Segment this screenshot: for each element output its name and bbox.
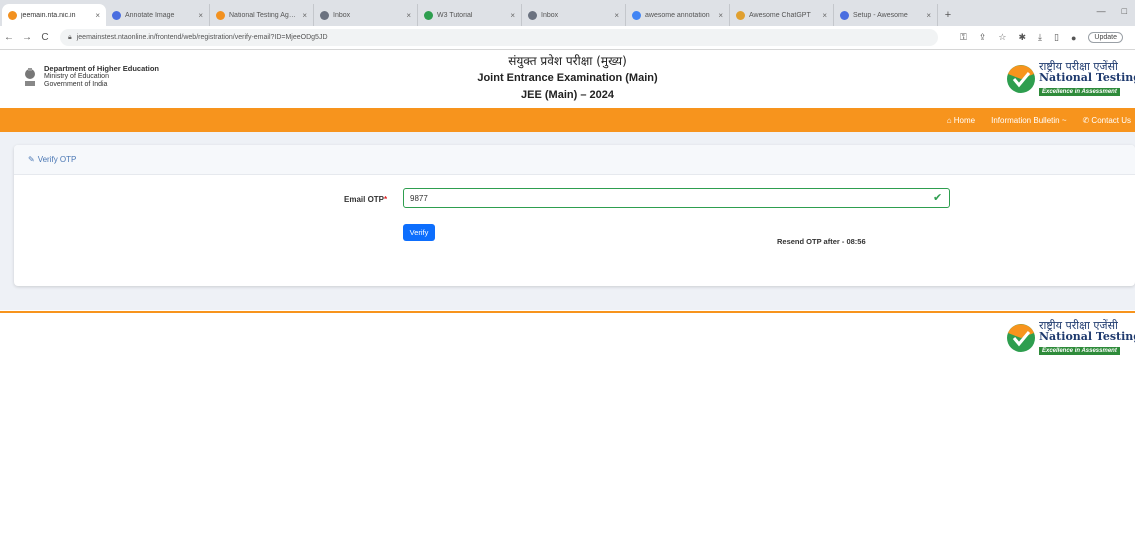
tab-close-icon[interactable]: ×: [822, 11, 827, 20]
tab-close-icon[interactable]: ×: [614, 11, 619, 20]
tab-title: Awesome ChatGPT: [749, 11, 811, 19]
footer-nta-tagline: Excellence in Assessment: [1039, 347, 1120, 355]
tab-favicon-icon: [216, 10, 225, 20]
browser-tab[interactable]: awesome annotation ×: [626, 4, 730, 26]
tab-close-icon[interactable]: ×: [510, 11, 515, 20]
tab-favicon-icon: [8, 10, 17, 20]
home-icon: ⌂: [946, 115, 952, 125]
valid-check-icon: ✔: [933, 192, 943, 204]
forward-icon[interactable]: →: [18, 32, 36, 43]
required-mark: *: [384, 195, 388, 204]
tab-title: National Testing Agency: [229, 11, 300, 19]
star-icon[interactable]: ☆: [998, 32, 1006, 43]
new-tab-button[interactable]: +: [938, 4, 958, 26]
edit-icon: ✎: [28, 155, 35, 164]
url-text: jeemainstest.ntaonline.in/frontend/web/r…: [76, 34, 328, 41]
tab-title: jeemain.nta.nic.in: [21, 11, 76, 19]
browser-tab[interactable]: jeemain.nta.nic.in ×: [2, 4, 106, 26]
footer-nta-name-english: National Testing Agency: [1039, 330, 1135, 343]
tab-close-icon[interactable]: ×: [926, 11, 931, 20]
toolbar-icons: ⚿ ⇪ ☆ ✱ ⤓ ▯ ● Update: [960, 32, 1123, 43]
browser-tab[interactable]: Inbox ×: [522, 4, 626, 26]
site-header: Department of Higher Education Ministry o…: [0, 51, 1135, 108]
tab-title: W3 Tutorial: [437, 11, 473, 19]
browser-tab[interactable]: Annotate Image ×: [106, 4, 210, 26]
tab-title: Annotate Image: [125, 11, 175, 19]
share-icon[interactable]: ⇪: [979, 32, 987, 43]
tab-favicon-icon: [112, 10, 121, 20]
card-header: ✎ Verify OTP: [14, 145, 1135, 175]
minimize-icon[interactable]: —: [1097, 6, 1106, 16]
verify-button[interactable]: Verify: [403, 224, 435, 241]
tab-close-icon[interactable]: ×: [198, 11, 203, 20]
tab-title: awesome annotation: [645, 11, 710, 19]
address-bar[interactable]: 🔒︎ jeemainstest.ntaonline.in/frontend/we…: [60, 29, 938, 46]
tab-favicon-icon: [424, 10, 433, 20]
tab-favicon-icon: [632, 10, 641, 20]
main-nav: ⌂ Home Information Bulletin ~ ✆ Contact …: [0, 108, 1135, 132]
phone-icon: ✆: [1082, 115, 1090, 125]
nta-logo: राष्ट्रीय परीक्षा एजेंसी National Testin…: [1006, 61, 1135, 96]
key-icon[interactable]: ⚿: [960, 32, 967, 43]
maximize-icon[interactable]: □: [1122, 6, 1127, 16]
sidepanel-icon[interactable]: ▯: [1054, 32, 1059, 43]
tab-title: Setup - Awesome: [853, 11, 908, 19]
tab-favicon-icon: [840, 10, 849, 20]
exam-title-english: Joint Entrance Examination (Main): [477, 72, 658, 84]
tab-close-icon[interactable]: ×: [302, 11, 307, 20]
browser-toolbar: ← → C 🔒︎ jeemainstest.ntaonline.in/front…: [0, 26, 1135, 50]
email-otp-input[interactable]: [403, 188, 950, 208]
resend-otp-timer: Resend OTP after - 08:56: [777, 237, 866, 246]
nav-information-bulletin[interactable]: Information Bulletin ~: [991, 116, 1066, 125]
footer-divider: [0, 311, 1135, 313]
footer-nta-check-icon: [1007, 323, 1035, 352]
back-icon[interactable]: ←: [0, 32, 18, 43]
nav-home[interactable]: ⌂ Home: [947, 116, 975, 125]
tab-favicon-icon: [528, 10, 537, 20]
tab-title: Inbox: [541, 11, 559, 19]
exam-title: संयुक्त प्रवेश परीक्षा (मुख्य) Joint Ent…: [0, 53, 1135, 104]
nav-contact-label: Contact Us: [1091, 115, 1131, 125]
browser-tab[interactable]: National Testing Agency ×: [210, 4, 314, 26]
nav-contact[interactable]: ✆ Contact Us: [1082, 116, 1131, 125]
reload-icon[interactable]: C: [36, 32, 54, 43]
verify-otp-card: ✎ Verify OTP Email OTP* ✔ Verify Resend …: [14, 145, 1135, 286]
nta-name-english: National Testing Agency: [1039, 71, 1135, 84]
download-icon[interactable]: ⤓: [1038, 32, 1042, 43]
tab-favicon-icon: [320, 10, 329, 20]
tab-close-icon[interactable]: ×: [95, 11, 100, 20]
browser-tab[interactable]: Awesome ChatGPT ×: [730, 4, 834, 26]
footer-nta-logo: राष्ट्रीय परीक्षा एजेंसी National Testin…: [1006, 320, 1135, 355]
nav-home-label: Home: [953, 115, 976, 125]
tab-title: Inbox: [333, 11, 351, 19]
tab-favicon-icon: [736, 10, 745, 20]
browser-tab[interactable]: Inbox ×: [314, 4, 418, 26]
browser-tab-strip: jeemain.nta.nic.in × Annotate Image × Nation…: [0, 0, 1135, 26]
browser-tab[interactable]: W3 Tutorial ×: [418, 4, 522, 26]
nta-check-icon: [1007, 64, 1035, 93]
lock-icon: 🔒︎: [68, 33, 72, 41]
tab-close-icon[interactable]: ×: [718, 11, 723, 20]
profile-icon[interactable]: ●: [1071, 33, 1076, 43]
extension-icon[interactable]: ✱: [1018, 32, 1026, 43]
exam-year: JEE (Main) – 2024: [521, 89, 614, 101]
email-otp-label: Email OTP*: [344, 195, 388, 204]
tab-close-icon[interactable]: ×: [406, 11, 411, 20]
browser-tab[interactable]: Setup - Awesome ×: [834, 4, 938, 26]
card-title: Verify OTP: [37, 155, 77, 164]
nta-tagline: Excellence in Assessment: [1039, 88, 1120, 96]
tab-list: jeemain.nta.nic.in × Annotate Image × Nation…: [2, 0, 938, 26]
window-controls: — □: [1097, 6, 1127, 16]
update-button[interactable]: Update: [1088, 32, 1123, 43]
exam-title-hindi: संयुक्त प्रवेश परीक्षा (मुख्य): [508, 54, 627, 68]
